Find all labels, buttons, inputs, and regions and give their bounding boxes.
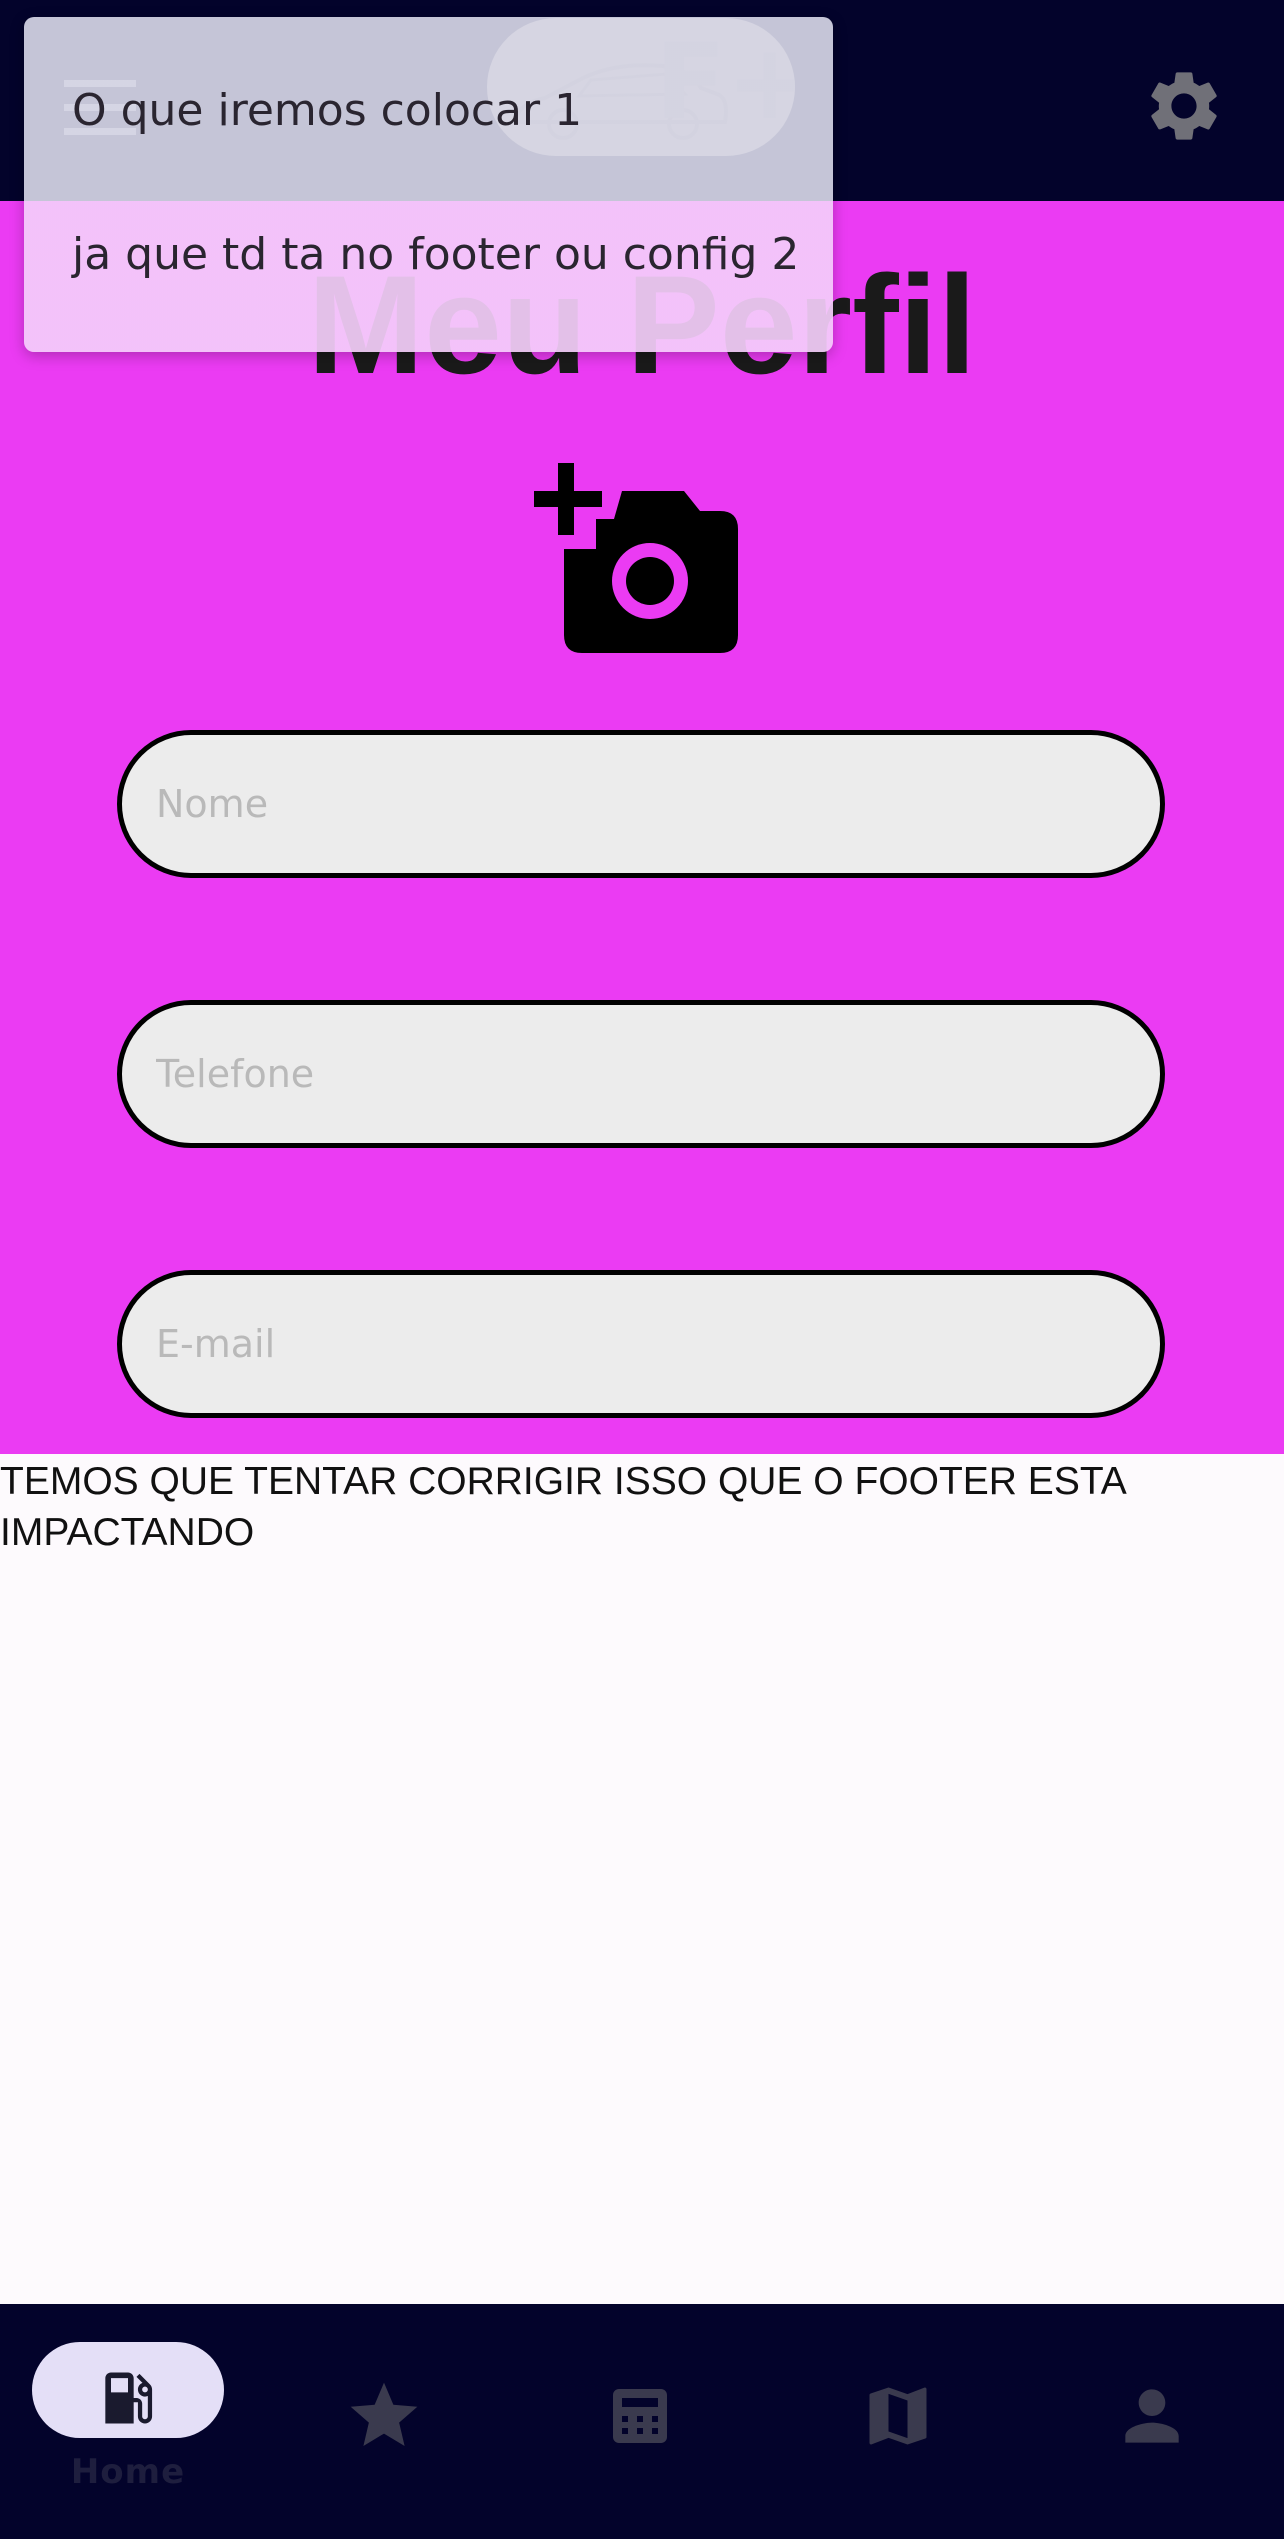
nav-item-profile[interactable]	[1024, 2304, 1284, 2539]
nav-item-map[interactable]	[768, 2304, 1024, 2539]
popup-menu: O que iremos colocar 1 ja que td ta no f…	[24, 17, 833, 352]
name-field[interactable]	[117, 730, 1165, 878]
nav-label-home: Home	[70, 2452, 186, 2492]
person-icon	[1112, 2376, 1192, 2460]
notice-text: TEMOS QUE TENTAR CORRIGIR ISSO QUE O FOO…	[0, 1460, 1125, 1554]
add-a-photo-icon	[530, 463, 738, 653]
profile-section: Meu Perfil	[0, 201, 1284, 1454]
calculator-icon	[604, 2376, 676, 2460]
gear-icon[interactable]	[1142, 64, 1226, 148]
star-icon	[344, 2376, 424, 2460]
phone-input[interactable]	[156, 1052, 1160, 1096]
add-photo-button[interactable]	[530, 463, 744, 653]
map-icon	[860, 2376, 936, 2460]
bottom-navigation: Home	[0, 2304, 1284, 2539]
nav-item-favorites[interactable]	[256, 2304, 512, 2539]
fuel-pump-icon	[94, 2362, 162, 2438]
email-field[interactable]	[117, 1270, 1165, 1418]
popup-menu-item[interactable]: ja que td ta no footer ou config 2	[72, 229, 799, 280]
email-input[interactable]	[156, 1322, 1160, 1366]
nav-item-calculator[interactable]	[512, 2304, 768, 2539]
popup-menu-item[interactable]: O que iremos colocar 1	[72, 85, 582, 136]
name-input[interactable]	[156, 782, 1160, 826]
nav-item-home[interactable]: Home	[0, 2304, 256, 2539]
phone-field[interactable]	[117, 1000, 1165, 1148]
